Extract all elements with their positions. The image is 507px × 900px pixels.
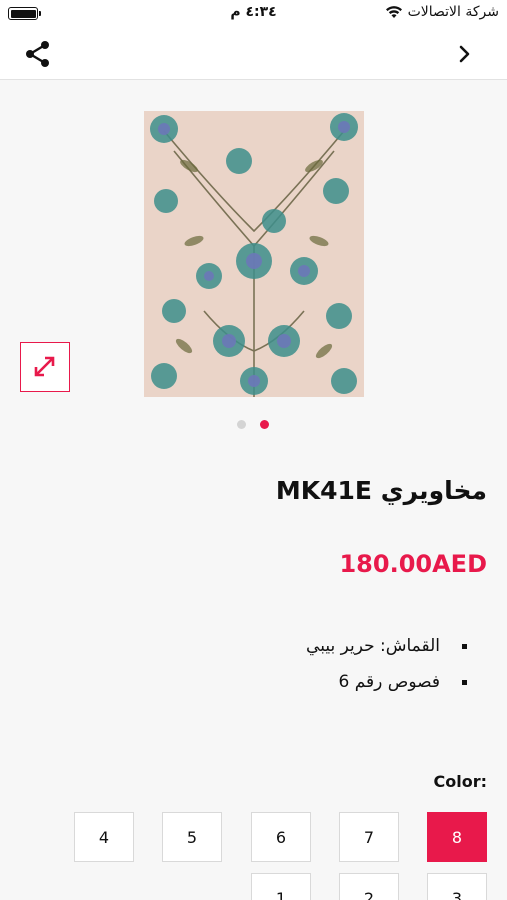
color-option-7[interactable]: 7 (339, 812, 399, 862)
bullet-icon (462, 679, 467, 685)
share-icon (26, 41, 49, 67)
color-option-2[interactable]: 2 (339, 873, 399, 900)
color-option-3[interactable]: 3 (427, 873, 487, 900)
status-bar: ٤:٣٤ م شركة الاتصالات (0, 0, 507, 28)
page-dot-active[interactable] (260, 420, 269, 429)
bullet-icon (462, 643, 467, 649)
expand-arrows-icon (34, 356, 55, 377)
navigation-bar (0, 28, 507, 80)
color-option-1[interactable]: 1 (251, 873, 311, 900)
product-price: 180.00AED (339, 550, 487, 578)
page-dot[interactable] (237, 420, 246, 429)
product-features: القماش: حرير بيبي فصوص رقم 6 (306, 628, 467, 700)
image-page-indicator (237, 420, 269, 429)
color-option-6[interactable]: 6 (251, 812, 311, 862)
feature-text: القماش: حرير بيبي (306, 636, 440, 656)
product-image[interactable] (144, 111, 364, 397)
color-label: Color: (433, 772, 488, 791)
share-button[interactable] (22, 38, 54, 70)
carrier-info: شركة الاتصالات (385, 4, 499, 20)
product-title: مخاويري MK41E (275, 476, 487, 505)
expand-image-button[interactable] (20, 342, 70, 392)
color-option-4[interactable]: 4 (74, 812, 134, 862)
feature-item: القماش: حرير بيبي (306, 628, 467, 664)
forward-button[interactable] (453, 42, 477, 66)
feature-text: فصوص رقم 6 (338, 672, 441, 692)
carrier-name: شركة الاتصالات (407, 4, 499, 20)
color-option-8-selected[interactable]: 8 (427, 812, 487, 862)
feature-item: فصوص رقم 6 (306, 664, 467, 700)
wifi-icon (385, 6, 402, 18)
color-option-5[interactable]: 5 (162, 812, 222, 862)
fabric-pattern-image (144, 111, 364, 397)
chevron-right-icon (459, 45, 470, 63)
